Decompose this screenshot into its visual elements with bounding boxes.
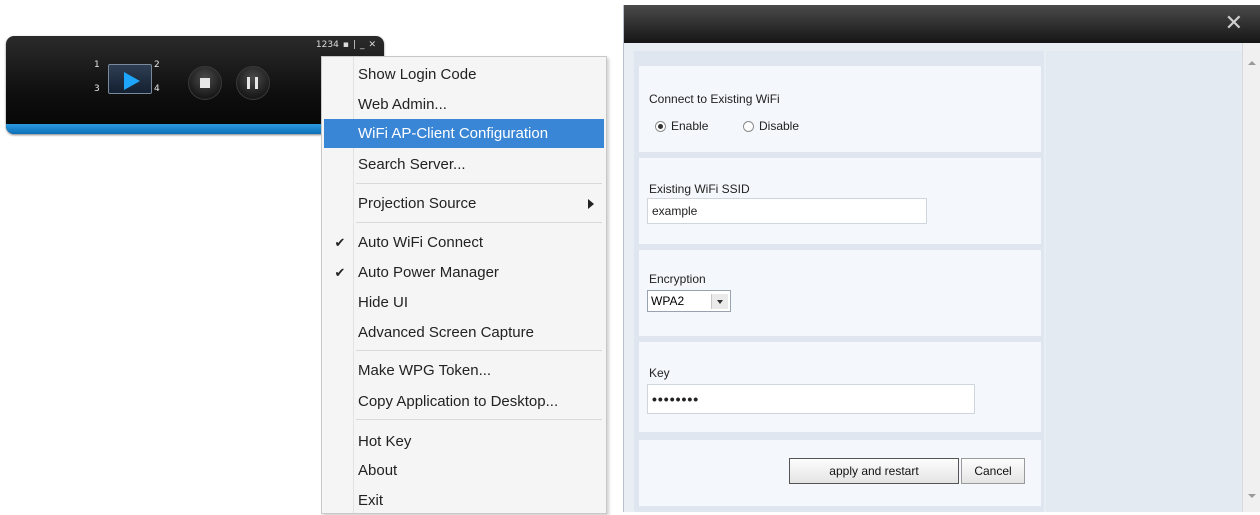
encryption-value: WPA2	[651, 294, 685, 308]
quadrant-2-label[interactable]: 2	[154, 60, 160, 70]
menu-item-label: Advanced Screen Capture	[358, 324, 534, 341]
dialog-form: Connect to Existing WiFi Enable Disable …	[634, 51, 1044, 512]
menu-item-search-server[interactable]: Search Server...	[324, 150, 604, 179]
scroll-down-icon[interactable]	[1248, 494, 1256, 498]
menu-item-label: Auto Power Manager	[358, 264, 499, 281]
enable-radio[interactable]	[655, 121, 666, 132]
menu-item-label: Auto WiFi Connect	[358, 234, 484, 251]
menu-separator	[356, 419, 602, 420]
wifi-config-dialog: ✕ Connect to Existing WiFi Enable Disabl…	[623, 5, 1260, 512]
menu-item-label: Web Admin...	[358, 96, 447, 113]
scroll-up-icon[interactable]	[1248, 61, 1256, 65]
connect-label: Connect to Existing WiFi	[649, 92, 780, 106]
pause-icon-bar	[255, 77, 258, 89]
pause-icon	[247, 77, 250, 89]
quadrant-4-label[interactable]: 4	[154, 84, 160, 94]
login-code-label: 1234	[315, 40, 339, 50]
dialog-titlebar: ✕	[624, 5, 1260, 43]
chevron-down-icon[interactable]	[711, 294, 728, 309]
menu-item-exit[interactable]: Exit	[324, 486, 604, 515]
encryption-select[interactable]: WPA2	[647, 290, 731, 312]
key-input[interactable]: ••••••••	[647, 384, 975, 414]
quadrant-1-label[interactable]: 1	[94, 60, 100, 70]
play-icon	[124, 72, 140, 90]
dialog-side-pane	[1046, 51, 1242, 512]
cancel-button[interactable]: Cancel	[961, 458, 1025, 484]
encryption-section: Encryption WPA2	[638, 249, 1042, 337]
menu-item-label: WiFi AP-Client Configuration	[358, 125, 549, 142]
menu-separator	[356, 350, 602, 351]
key-section: Key ••••••••	[638, 341, 1042, 433]
minimize-icon[interactable]: _	[360, 40, 365, 50]
menu-item-label: Hide UI	[358, 294, 409, 311]
key-label: Key	[649, 366, 670, 380]
split-screen-selector[interactable]: 1 2 3 4	[90, 60, 170, 94]
ssid-section: Existing WiFi SSID example	[638, 157, 1042, 245]
pause-button[interactable]	[236, 66, 270, 100]
enable-radio-label[interactable]: Enable	[671, 119, 708, 133]
menu-item-label: Projection Source	[358, 195, 477, 212]
menu-item-label: Make WPG Token...	[358, 362, 492, 379]
menu-item-auto-power-manager[interactable]: ✔ Auto Power Manager	[324, 258, 604, 287]
menu-item-hide-ui[interactable]: Hide UI	[324, 288, 604, 317]
context-menu: Show Login Code Web Admin... WiFi AP-Cli…	[321, 56, 607, 514]
apply-and-restart-button[interactable]: apply and restart	[789, 458, 959, 484]
menu-item-make-wpg-token[interactable]: Make WPG Token...	[324, 356, 604, 385]
menu-item-label: About	[358, 462, 398, 479]
menu-item-show-login-code[interactable]: Show Login Code	[324, 60, 604, 89]
quadrant-3-label[interactable]: 3	[94, 84, 100, 94]
menu-item-about[interactable]: About	[324, 456, 604, 485]
menu-separator	[356, 222, 602, 223]
menu-item-label: Search Server...	[358, 156, 466, 173]
stop-icon	[200, 78, 210, 88]
menu-item-copy-application-to-desktop[interactable]: Copy Application to Desktop...	[324, 387, 604, 416]
checkmark-icon: ✔	[334, 264, 346, 280]
menu-item-hot-key[interactable]: Hot Key	[324, 427, 604, 456]
submenu-arrow-icon	[588, 198, 594, 209]
vertical-scrollbar[interactable]	[1242, 43, 1260, 512]
ssid-input[interactable]: example	[647, 198, 927, 224]
menu-item-label: Hot Key	[358, 433, 412, 450]
ssid-label: Existing WiFi SSID	[649, 182, 750, 196]
encryption-label: Encryption	[649, 272, 706, 286]
menu-item-label: Exit	[358, 492, 384, 509]
restore-icon[interactable]: ▪	[343, 40, 349, 50]
menu-item-label: Copy Application to Desktop...	[358, 393, 559, 410]
menu-item-advanced-screen-capture[interactable]: Advanced Screen Capture	[324, 318, 604, 347]
menu-item-wifi-ap-client-configuration[interactable]: WiFi AP-Client Configuration	[324, 119, 604, 148]
disable-radio[interactable]	[743, 121, 754, 132]
player-titlebar: 1234 ▪ | _ ✕	[316, 40, 376, 50]
menu-item-projection-source[interactable]: Projection Source	[324, 189, 604, 218]
connect-section: Connect to Existing WiFi Enable Disable	[638, 65, 1042, 153]
stop-button[interactable]	[188, 66, 222, 100]
disable-radio-label[interactable]: Disable	[759, 119, 799, 133]
button-section: apply and restart Cancel	[638, 439, 1042, 507]
menu-separator	[356, 183, 602, 184]
menu-item-auto-wifi-connect[interactable]: ✔ Auto WiFi Connect	[324, 228, 604, 257]
menu-item-web-admin[interactable]: Web Admin...	[324, 90, 604, 119]
menu-item-label: Show Login Code	[358, 66, 477, 83]
close-icon[interactable]: ✕	[368, 40, 376, 50]
close-icon[interactable]: ✕	[1225, 11, 1243, 36]
titlebar-divider: |	[352, 40, 356, 50]
checkmark-icon: ✔	[334, 234, 346, 250]
